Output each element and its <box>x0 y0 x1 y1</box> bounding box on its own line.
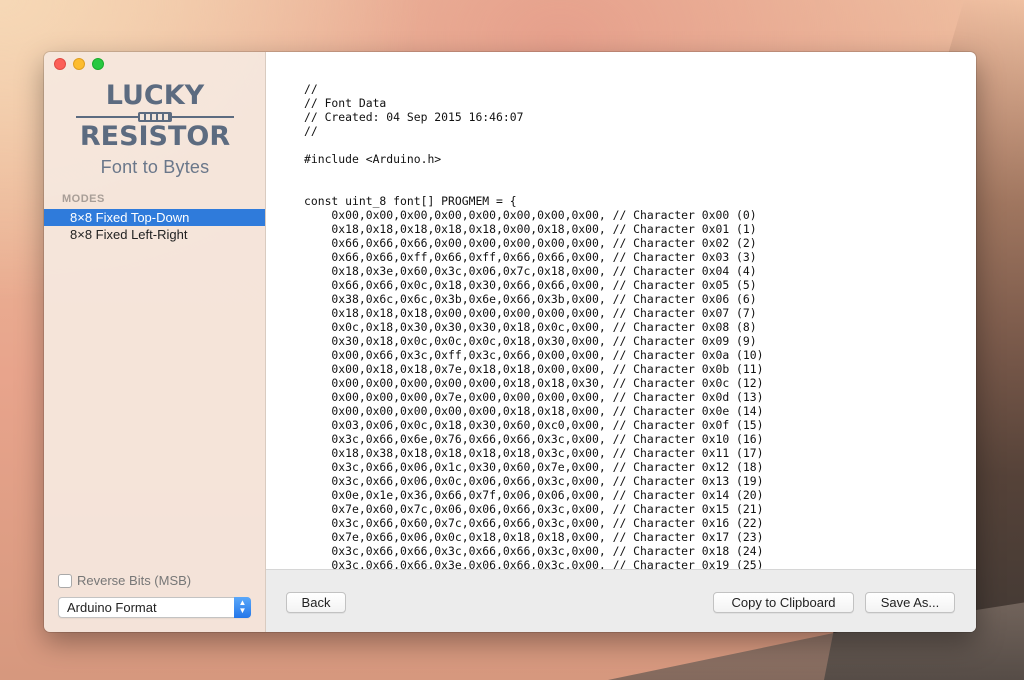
code-line: 0x18,0x18,0x18,0x00,0x00,0x00,0x00,0x00,… <box>304 306 757 320</box>
code-line: 0x3c,0x66,0x66,0x3c,0x66,0x66,0x3c,0x00,… <box>304 544 764 558</box>
main-panel: //// Font Data// Created: 04 Sep 2015 16… <box>266 52 976 632</box>
code-line: 0x3c,0x66,0x6e,0x76,0x66,0x66,0x3c,0x00,… <box>304 432 764 446</box>
copy-to-clipboard-button[interactable]: Copy to Clipboard <box>713 592 854 613</box>
reverse-bits-checkbox[interactable] <box>58 573 72 588</box>
reverse-bits-label: Reverse Bits (MSB) <box>77 573 192 588</box>
close-icon[interactable] <box>54 58 66 70</box>
logo-subtitle: Font to Bytes <box>100 157 210 177</box>
code-line: #include <Arduino.h> <box>304 152 442 166</box>
code-line: 0x18,0x3e,0x60,0x3c,0x06,0x7c,0x18,0x00,… <box>304 264 757 278</box>
code-line: 0x7e,0x66,0x06,0x0c,0x18,0x18,0x18,0x00,… <box>304 530 764 544</box>
code-line: 0x00,0x00,0x00,0x00,0x00,0x18,0x18,0x30,… <box>304 376 764 390</box>
chevron-updown-icon: ▲ ▼ <box>234 597 251 618</box>
format-select[interactable]: Arduino Format ▲ ▼ <box>58 597 251 618</box>
code-line: 0x00,0x00,0x00,0x00,0x00,0x18,0x18,0x00,… <box>304 404 764 418</box>
back-button[interactable]: Back <box>286 592 346 613</box>
code-line: 0x00,0x18,0x18,0x7e,0x18,0x18,0x00,0x00,… <box>304 362 764 376</box>
zoom-icon[interactable] <box>92 58 104 70</box>
save-as-button[interactable]: Save As... <box>865 592 955 613</box>
mode-list: 8×8 Fixed Top-Down 8×8 Fixed Left-Right <box>44 209 265 243</box>
logo-line1: LUCKY <box>105 80 205 111</box>
logo-line2: RESISTOR <box>79 121 231 152</box>
code-line: // <box>304 82 318 96</box>
code-line: 0x66,0x66,0x0c,0x18,0x30,0x66,0x66,0x00,… <box>304 278 757 292</box>
code-line: 0x00,0x66,0x3c,0xff,0x3c,0x66,0x00,0x00,… <box>304 348 764 362</box>
footer-bar: Back Copy to Clipboard Save As... <box>266 569 976 632</box>
code-line: 0x30,0x18,0x0c,0x0c,0x0c,0x18,0x30,0x00,… <box>304 334 757 348</box>
code-line: // <box>304 124 318 138</box>
code-line: 0x0e,0x1e,0x36,0x66,0x7f,0x06,0x06,0x00,… <box>304 488 764 502</box>
code-line: 0x66,0x66,0xff,0x66,0xff,0x66,0x66,0x00,… <box>304 250 757 264</box>
code-line: 0x3c,0x66,0x06,0x0c,0x06,0x66,0x3c,0x00,… <box>304 474 764 488</box>
code-line: 0x66,0x66,0x66,0x00,0x00,0x00,0x00,0x00,… <box>304 236 757 250</box>
code-line: // Font Data <box>304 96 387 110</box>
mode-item-top-down[interactable]: 8×8 Fixed Top-Down <box>44 209 265 226</box>
code-line: 0x3c,0x66,0x06,0x1c,0x30,0x60,0x7e,0x00,… <box>304 460 764 474</box>
code-line: 0x38,0x6c,0x6c,0x3b,0x6e,0x66,0x3b,0x00,… <box>304 292 757 306</box>
reverse-bits-option[interactable]: Reverse Bits (MSB) <box>58 573 191 588</box>
app-window: LUCKY RESISTOR Font to Bytes MODES 8×8 F… <box>44 52 976 632</box>
modes-heading: MODES <box>62 193 105 205</box>
code-line: 0x00,0x00,0x00,0x7e,0x00,0x00,0x00,0x00,… <box>304 390 764 404</box>
code-line: 0x03,0x06,0x0c,0x18,0x30,0x60,0xc0,0x00,… <box>304 418 764 432</box>
format-select-value: Arduino Format <box>67 600 157 615</box>
code-line: 0x3c,0x66,0x60,0x7c,0x66,0x66,0x3c,0x00,… <box>304 516 764 530</box>
code-line: 0x18,0x18,0x18,0x18,0x18,0x00,0x18,0x00,… <box>304 222 757 236</box>
code-line: // Created: 04 Sep 2015 16:46:07 <box>304 110 524 124</box>
code-line: 0x00,0x00,0x00,0x00,0x00,0x00,0x00,0x00,… <box>304 208 757 222</box>
code-line: 0x0c,0x18,0x30,0x30,0x30,0x18,0x0c,0x00,… <box>304 320 757 334</box>
mode-item-left-right[interactable]: 8×8 Fixed Left-Right <box>44 226 265 243</box>
resistor-icon <box>76 112 234 122</box>
app-logo: LUCKY RESISTOR Font to Bytes <box>74 80 236 178</box>
code-line: 0x18,0x38,0x18,0x18,0x18,0x18,0x3c,0x00,… <box>304 446 764 460</box>
window-controls <box>54 58 104 70</box>
code-line: 0x7e,0x60,0x7c,0x06,0x06,0x66,0x3c,0x00,… <box>304 502 764 516</box>
minimize-icon[interactable] <box>73 58 85 70</box>
code-output[interactable]: //// Font Data// Created: 04 Sep 2015 16… <box>304 82 964 570</box>
sidebar: LUCKY RESISTOR Font to Bytes MODES 8×8 F… <box>44 52 266 632</box>
code-line: const uint_8 font[] PROGMEM = { <box>304 194 517 208</box>
